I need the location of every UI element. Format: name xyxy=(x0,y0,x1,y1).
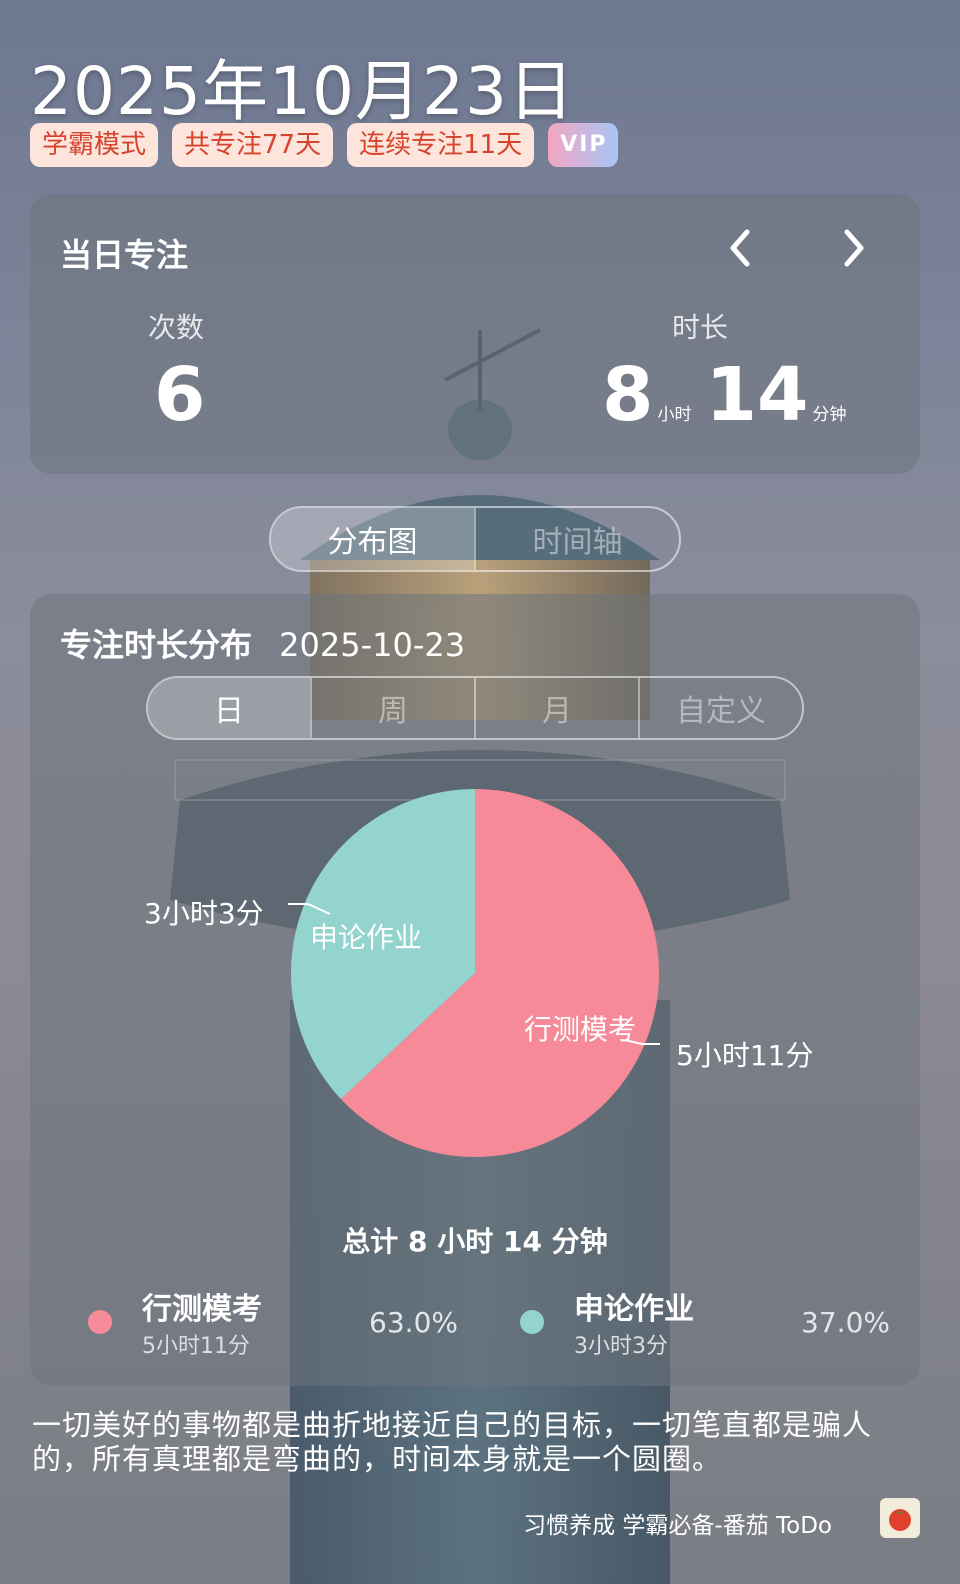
count-label: 次数 xyxy=(148,311,205,344)
pie-chart xyxy=(288,789,660,1157)
duration-label: 时长 xyxy=(672,311,729,344)
legend-percent-xingce: 63.0% xyxy=(369,1305,458,1339)
date-title: 2025年10月23日 xyxy=(30,53,575,130)
duration-value: 8 小时 14 分钟 xyxy=(602,352,846,438)
legend-percent-shenlun: 37.0% xyxy=(801,1305,890,1339)
legend-name-xingce: 行测模考 xyxy=(142,1292,262,1327)
mode-badge[interactable]: 学霸模式 xyxy=(30,123,159,167)
chevron-left-icon xyxy=(730,229,750,267)
hours-unit: 小时 xyxy=(657,405,692,425)
slice-name-xingce: 行测模考 xyxy=(524,1013,637,1046)
tomato-app-icon[interactable] xyxy=(880,1498,920,1538)
view-toggle: 分布图 时间轴 xyxy=(269,506,681,572)
daily-focus-card: 当日专注 次数 6 时长 8 小时 14 分钟 xyxy=(30,194,920,474)
legend-text-shenlun: 申论作业 3小时3分 xyxy=(574,1284,694,1360)
next-day-button[interactable] xyxy=(824,218,884,278)
hours-value: 8 xyxy=(602,352,654,438)
legend-item-xingce[interactable]: 行测模考 5小时11分 63.0% xyxy=(88,1284,458,1360)
legend-item-shenlun[interactable]: 申论作业 3小时3分 37.0% xyxy=(520,1284,890,1360)
tomato-icon xyxy=(889,1509,911,1531)
badge-row: 学霸模式 共专注77天 连续专注11天 VIP xyxy=(30,123,619,167)
total-duration: 总计 8 小时 14 分钟 xyxy=(342,1225,608,1258)
minutes-value: 14 xyxy=(705,352,809,438)
legend-duration-xingce: 5小时11分 xyxy=(142,1334,250,1359)
prev-day-button[interactable] xyxy=(710,218,770,278)
count-value: 6 xyxy=(154,352,206,438)
streak-badge: 连续专注11天 xyxy=(347,123,535,167)
slice-name-shenlun: 申论作业 xyxy=(310,921,423,954)
legend-name-shenlun: 申论作业 xyxy=(574,1292,694,1327)
legend-dot-xingce xyxy=(88,1310,112,1334)
chevron-right-icon xyxy=(844,229,864,267)
motivational-quote: 一切美好的事物都是曲折地接近自己的目标，一切笔直都是骗人的，所有真理都是弯曲的，… xyxy=(32,1408,873,1476)
legend-dot-shenlun xyxy=(520,1310,544,1334)
footer-text: 习惯养成 学霸必备-番茄 ToDo xyxy=(523,1513,832,1539)
total-days-badge: 共专注77天 xyxy=(172,123,334,167)
legend-duration-shenlun: 3小时3分 xyxy=(574,1334,668,1359)
vip-badge[interactable]: VIP xyxy=(548,123,619,167)
slice-duration-shenlun: 3小时3分 xyxy=(144,897,264,930)
slice-duration-xingce: 5小时11分 xyxy=(676,1039,814,1072)
daily-focus-title: 当日专注 xyxy=(60,236,189,274)
tab-timeline[interactable]: 时间轴 xyxy=(474,508,679,570)
distribution-card: 专注时长分布 2025-10-23 日 周 月 自定义 3小时3分 申论作业 行… xyxy=(30,594,920,1386)
tab-distribution[interactable]: 分布图 xyxy=(271,508,474,570)
minutes-unit: 分钟 xyxy=(812,405,847,425)
legend-text-xingce: 行测模考 5小时11分 xyxy=(142,1284,262,1360)
